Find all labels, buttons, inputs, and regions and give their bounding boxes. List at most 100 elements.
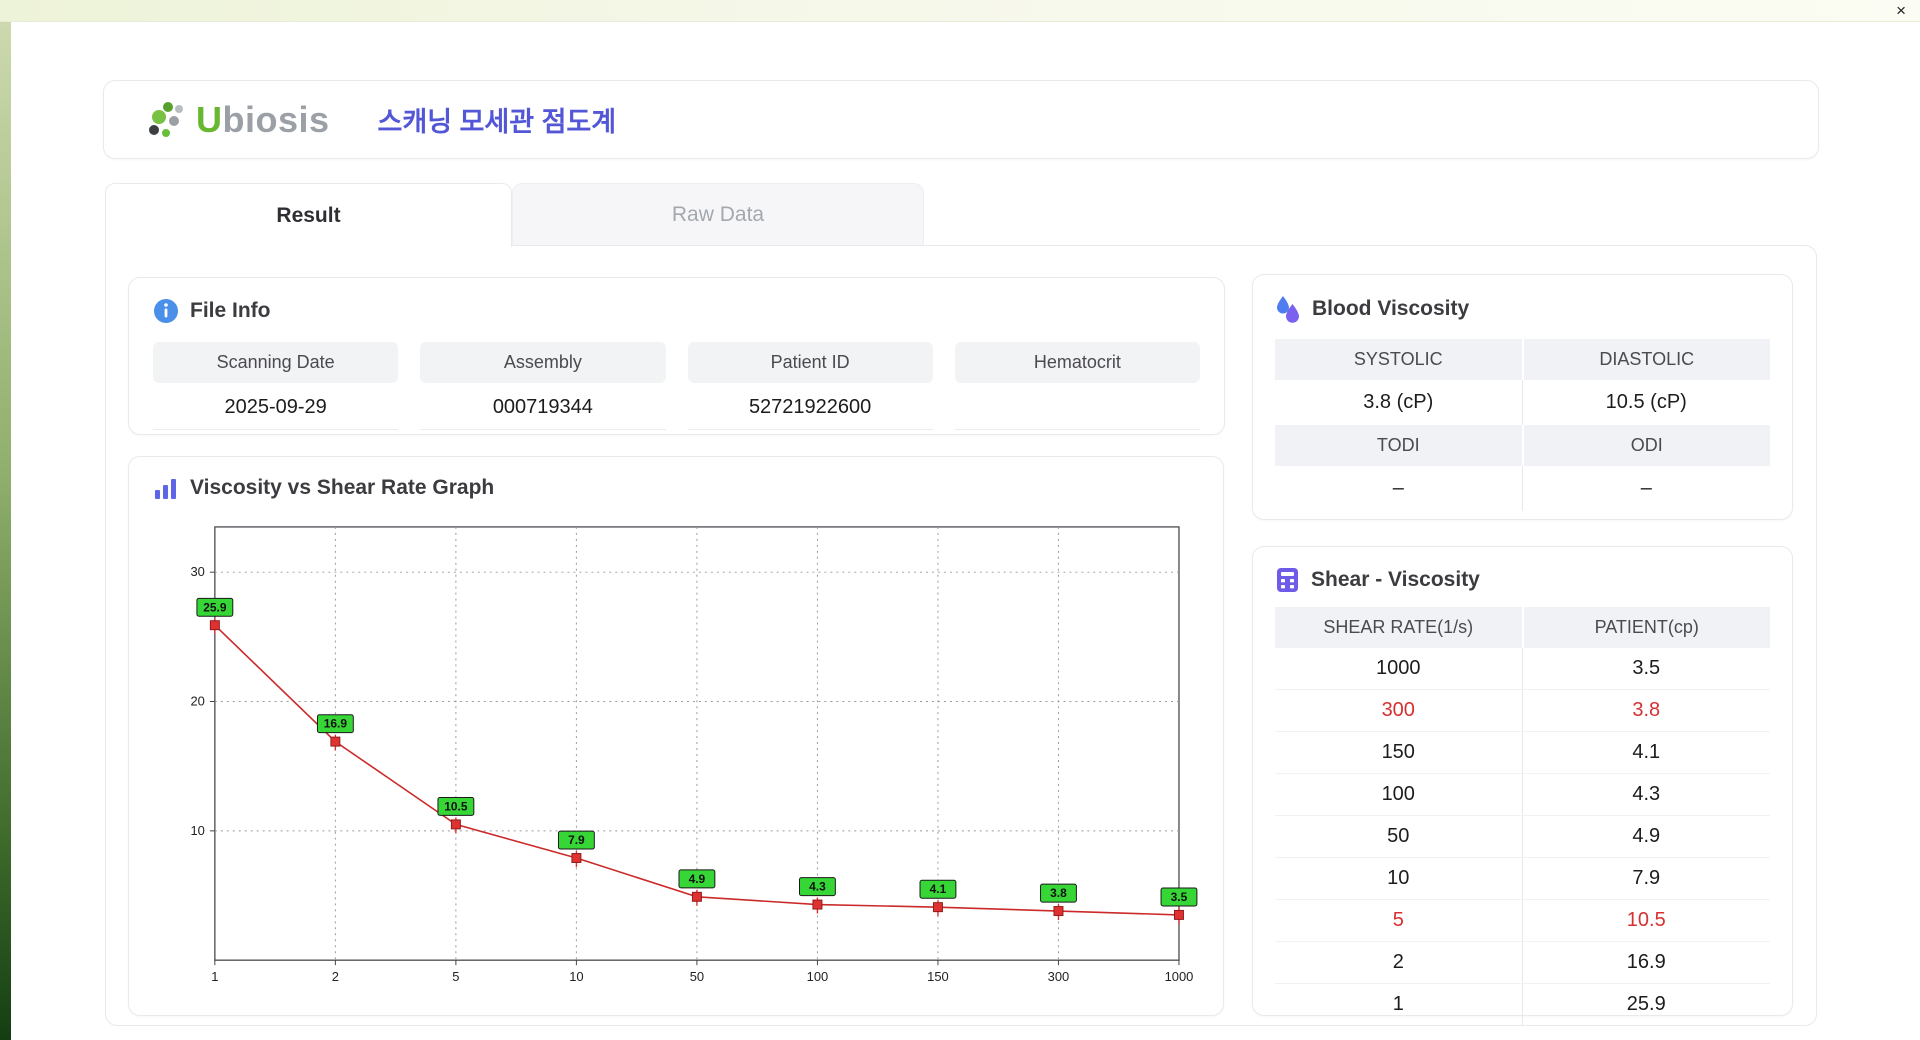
blood-viscosity-header: Blood Viscosity [1275, 295, 1770, 323]
chart-xtick-label: 2 [332, 969, 339, 984]
cell-shear-rate: 100 [1275, 774, 1523, 815]
cell-shear-rate: 300 [1275, 690, 1523, 731]
field-value [954, 383, 1200, 430]
ubiosis-logo: Ubiosis [146, 98, 330, 142]
bv-header-odi: ODI [1523, 425, 1770, 466]
viscosity-chart-svg: 10 20 30 1 2 5 10 50 100 150 300 1000 25.9 16.9 10.5 7.… [191, 526, 1198, 984]
chart-point-label: 3.8 [1040, 883, 1077, 903]
desktop-top-strip: × [0, 0, 1920, 22]
chart-point [571, 853, 582, 863]
desktop-left-strip [0, 22, 11, 1040]
column-header-shear-rate: SHEAR RATE(1/s) [1275, 607, 1522, 648]
bv-header-todi: TODI [1275, 425, 1522, 466]
app-window: Ubiosis 스캐닝 모세관 점도계 Result Raw Data File… [11, 22, 1920, 1040]
chart-point [450, 819, 461, 830]
cell-shear-rate: 50 [1275, 816, 1523, 857]
chart-point [1053, 906, 1064, 917]
logo-letter-u: U [196, 98, 223, 140]
info-icon [154, 299, 178, 323]
file-info-header: File Info [153, 298, 1200, 324]
graph-header: Viscosity vs Shear Rate Graph [153, 475, 1199, 501]
table-row: 300 3.8 [1275, 690, 1770, 732]
field-value: 52721922600 [687, 383, 933, 430]
chart-point-label: 4.9 [678, 869, 716, 889]
chart-point-label: 25.9 [196, 597, 234, 617]
field-label: Patient ID [687, 342, 933, 383]
page-title: 스캐닝 모세관 점도계 [377, 107, 617, 137]
chart-xtick-label: 100 [807, 969, 829, 984]
cell-shear-rate: 150 [1275, 732, 1523, 773]
cell-patient: 4.1 [1632, 741, 1661, 763]
cell-patient: 3.8 [1632, 699, 1661, 721]
logo-text: Ubiosis [196, 99, 330, 141]
bv-value-diastolic: 10.5 (cP) [1605, 391, 1687, 413]
svg-text:3.5: 3.5 [1171, 890, 1188, 904]
cell-shear-rate: 1 [1275, 984, 1523, 1025]
logo-rest: biosis [222, 98, 330, 140]
chart-ytick-label: 20 [191, 694, 205, 709]
chart-xtick-label: 150 [927, 969, 949, 984]
bar-chart-icon [155, 479, 176, 499]
cell-patient: 10.5 [1626, 909, 1666, 931]
chart-point-label: 10.5 [437, 796, 475, 816]
svg-text:4.1: 4.1 [930, 882, 947, 896]
chart-ytick-label: 10 [191, 823, 205, 838]
bv-header-diastolic: DIASTOLIC [1523, 339, 1770, 380]
svg-text:7.9: 7.9 [568, 833, 585, 847]
shear-viscosity-table: SHEAR RATE(1/s) PATIENT(cp) 1000 3.5 300… [1275, 607, 1770, 1025]
chart-point [209, 620, 220, 631]
svg-text:10.5: 10.5 [444, 799, 468, 813]
table-header-row: SHEAR RATE(1/s) PATIENT(cp) [1275, 607, 1770, 648]
cell-patient: 25.9 [1626, 993, 1666, 1015]
bv-value-row: – – [1275, 466, 1770, 511]
field-hematocrit: Hematocrit [954, 342, 1200, 430]
bv-value-row: 3.8 (cP) 10.5 (cP) [1275, 380, 1770, 425]
field-assembly: Assembly 000719344 [420, 342, 666, 430]
svg-text:3.8: 3.8 [1050, 886, 1067, 900]
cell-patient: 16.9 [1626, 951, 1666, 973]
ubiosis-dots-logo [149, 101, 183, 137]
file-info-fields: Scanning Date 2025-09-29 Assembly 000719… [153, 342, 1200, 430]
chart-point-label: 16.9 [316, 714, 354, 734]
field-value: 2025-09-29 [153, 383, 399, 430]
chart-xtick-label: 1000 [1165, 969, 1194, 984]
shear-viscosity-title: Shear - Viscosity [1311, 568, 1480, 591]
tab-raw-data[interactable]: Raw Data [512, 183, 924, 246]
chart-point [1174, 909, 1184, 920]
svg-text:4.3: 4.3 [809, 880, 826, 894]
cell-shear-rate: 2 [1275, 942, 1523, 983]
tab-result[interactable]: Result [105, 183, 512, 247]
result-content-panel: File Info Scanning Date 2025-09-29 Assem… [105, 245, 1817, 1026]
chart-xtick-label: 10 [569, 969, 583, 984]
field-label: Scanning Date [153, 342, 399, 383]
bv-value-todi: – [1275, 466, 1523, 511]
bv-header-systolic: SYSTOLIC [1275, 339, 1522, 380]
table-row: 50 4.9 [1275, 816, 1770, 858]
cell-shear-rate: 1000 [1275, 648, 1523, 689]
table-row: 10 7.9 [1275, 858, 1770, 900]
chart-point-label: 7.9 [557, 830, 595, 850]
chart-point [932, 902, 943, 913]
field-label: Hematocrit [954, 342, 1200, 383]
bv-value-odi: – [1640, 477, 1652, 499]
cell-shear-rate: 10 [1275, 858, 1523, 899]
cell-patient: 7.9 [1632, 867, 1661, 889]
table-row: 150 4.1 [1275, 732, 1770, 774]
bv-header-row: TODI ODI [1275, 425, 1770, 466]
viscosity-graph-card: Viscosity vs Shear Rate Graph 10 20 30 1 2 5 1… [128, 456, 1224, 1016]
table-row: 1000 3.5 [1275, 648, 1770, 690]
chart-point [330, 736, 341, 747]
chart-xtick-label: 50 [690, 969, 704, 984]
chart-ytick-label: 30 [191, 564, 205, 579]
svg-text:16.9: 16.9 [324, 717, 348, 731]
chart-point [812, 899, 823, 910]
cell-patient: 4.9 [1632, 825, 1661, 847]
bv-value-systolic: 3.8 (cP) [1275, 380, 1523, 425]
chart-point-label: 4.1 [919, 879, 957, 899]
blood-viscosity-card: Blood Viscosity SYSTOLIC DIASTOLIC 3.8 (… [1252, 274, 1793, 520]
field-value: 000719344 [420, 383, 666, 430]
close-icon[interactable]: × [1896, 0, 1906, 22]
cell-patient: 3.5 [1632, 657, 1661, 679]
field-patient-id: Patient ID 52721922600 [687, 342, 933, 430]
chart-xtick-label: 1 [211, 969, 218, 984]
